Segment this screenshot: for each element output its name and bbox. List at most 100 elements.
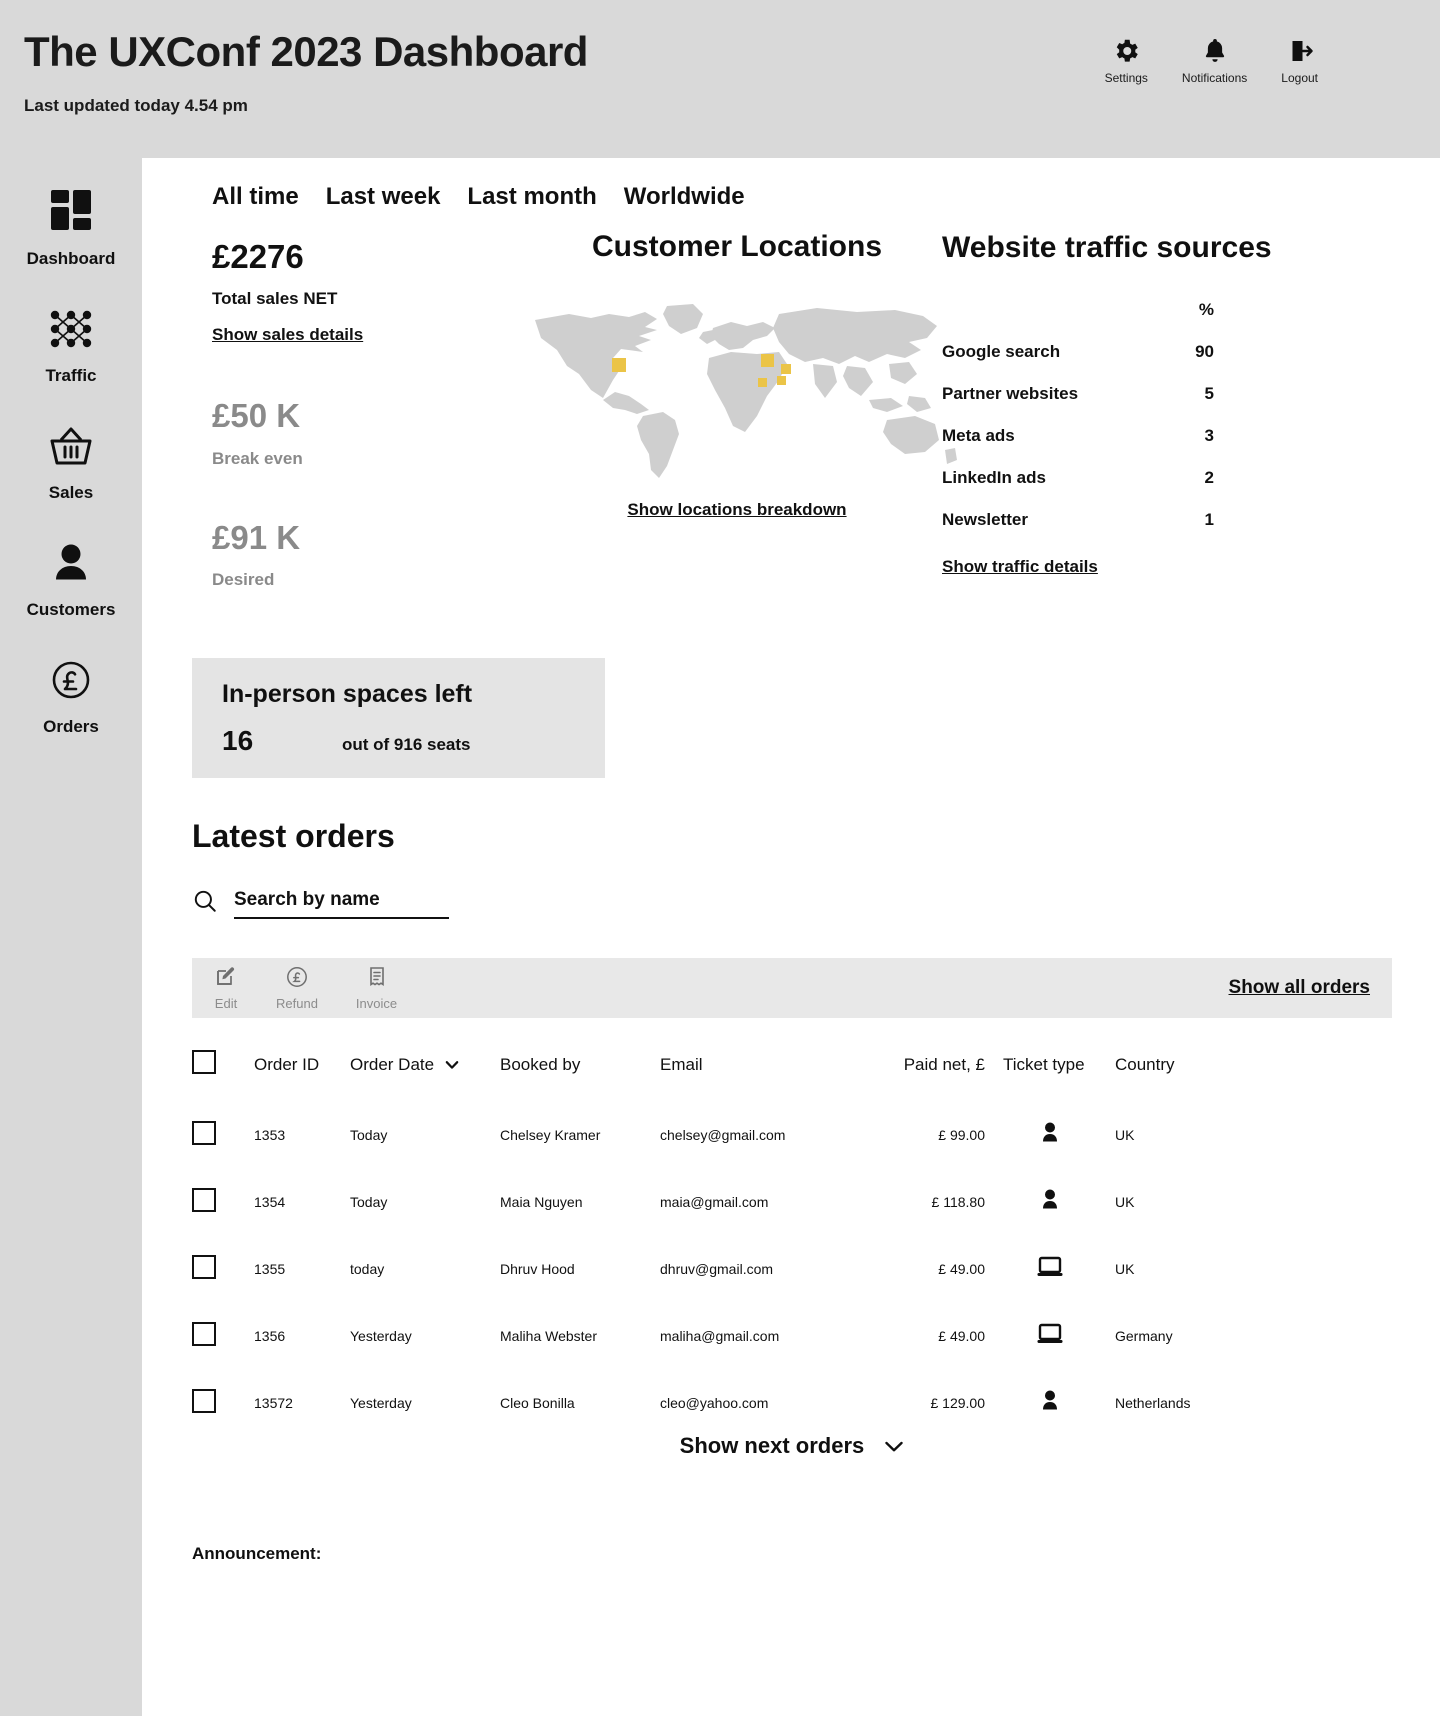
tab-worldwide[interactable]: Worldwide xyxy=(624,183,745,211)
select-all-checkbox[interactable] xyxy=(192,1050,216,1074)
booked-by-cell: Dhruv Hood xyxy=(500,1260,575,1277)
desired-stat: £91 K Desired xyxy=(212,517,512,590)
traffic-source-pct: 3 xyxy=(1204,425,1214,445)
show-traffic-details-link[interactable]: Show traffic details xyxy=(942,557,1098,577)
column-header-order-date-label: Order Date xyxy=(350,1054,435,1074)
notifications-button[interactable]: Notifications xyxy=(1182,36,1247,85)
person-icon xyxy=(1039,1390,1061,1416)
sidebar-item-sales[interactable]: Sales xyxy=(0,424,142,503)
order-id-cell: 1354 xyxy=(254,1193,286,1210)
row-checkbox[interactable] xyxy=(192,1322,216,1346)
settings-label: Settings xyxy=(1104,71,1148,85)
paid-net-cell: £ 129.00 xyxy=(930,1394,986,1411)
table-row[interactable]: 1354 Today Maia Nguyen maia@gmail.com £ … xyxy=(192,1168,1392,1235)
sidebar-item-dashboard[interactable]: Dashboard xyxy=(0,186,142,269)
orders-toolbar: Edit Refund Invoice Show all orders xyxy=(192,958,1392,1018)
traffic-source-name: Partner websites xyxy=(942,383,1079,403)
sidebar-item-traffic[interactable]: Traffic xyxy=(0,307,142,386)
row-select-cell xyxy=(192,1235,254,1302)
traffic-source-header xyxy=(942,289,1144,331)
order-date-cell: Yesterday xyxy=(350,1327,412,1344)
table-row: Partner websites 5 xyxy=(942,373,1214,415)
invoice-button[interactable]: Invoice xyxy=(356,965,397,1011)
page-title: The UXConf 2023 Dashboard xyxy=(24,28,588,75)
desired-value: £91 K xyxy=(212,518,301,556)
order-search xyxy=(192,888,449,919)
sidebar-item-label: Customers xyxy=(26,600,116,619)
column-header-booked-by[interactable]: Booked by xyxy=(500,1038,660,1101)
show-locations-breakdown-link[interactable]: Show locations breakdown xyxy=(627,500,846,520)
traffic-source-pct: 5 xyxy=(1204,383,1214,403)
sidebar-item-customers[interactable]: Customers xyxy=(0,541,142,620)
logout-button[interactable]: Logout xyxy=(1281,36,1318,85)
tab-last-week[interactable]: Last week xyxy=(326,183,441,211)
column-header-paid-net[interactable]: Paid net, £ xyxy=(835,1038,985,1101)
column-header-email[interactable]: Email xyxy=(660,1038,835,1101)
world-map xyxy=(517,292,957,482)
booked-by-cell: Maliha Webster xyxy=(500,1327,598,1344)
table-row: Newsletter 1 xyxy=(942,499,1214,541)
sidebar-item-label: Dashboard xyxy=(26,249,116,268)
table-row[interactable]: 1356 Yesterday Maliha Webster maliha@gma… xyxy=(192,1302,1392,1369)
row-select-cell xyxy=(192,1101,254,1168)
customer-locations-title: Customer Locations xyxy=(591,230,883,263)
latest-orders-title: Latest orders xyxy=(192,818,395,854)
break-even-label: Break even xyxy=(212,448,303,468)
ticket-type-cell xyxy=(985,1235,1115,1302)
search-input[interactable] xyxy=(234,888,409,911)
announcement-label: Announcement: xyxy=(192,1544,322,1563)
tab-last-month[interactable]: Last month xyxy=(467,183,596,211)
refund-label: Refund xyxy=(276,996,318,1011)
email-cell: cleo@yahoo.com xyxy=(660,1394,769,1411)
table-row[interactable]: 13572 Yesterday Cleo Bonilla cleo@yahoo.… xyxy=(192,1369,1392,1436)
traffic-pct-header: % xyxy=(1198,299,1214,319)
orders-header-row: Order ID Order Date Booked by Email Paid… xyxy=(192,1038,1392,1101)
edit-button[interactable]: Edit xyxy=(214,965,238,1011)
column-header-order-id[interactable]: Order ID xyxy=(254,1038,350,1101)
sidebar-item-label: Traffic xyxy=(45,366,97,385)
table-row: Google search 90 xyxy=(942,331,1214,373)
spaces-title: In-person spaces left xyxy=(222,680,473,708)
traffic-source-pct: 1 xyxy=(1204,509,1214,529)
country-cell: Germany xyxy=(1115,1327,1173,1344)
sidebar-item-orders[interactable]: Orders xyxy=(0,658,142,737)
traffic-header-row: % xyxy=(942,289,1214,331)
ticket-type-cell xyxy=(985,1302,1115,1369)
traffic-sources-table: % Google search 90 Partner websites 5 Me… xyxy=(942,289,1214,541)
column-header-order-date[interactable]: Order Date xyxy=(350,1038,500,1101)
refund-button[interactable]: Refund xyxy=(276,965,318,1011)
booked-by-cell: Chelsey Kramer xyxy=(500,1126,601,1143)
country-cell: UK xyxy=(1115,1193,1135,1210)
row-checkbox[interactable] xyxy=(192,1255,216,1279)
network-icon xyxy=(47,307,95,356)
sidebar-item-label: Sales xyxy=(48,483,94,502)
total-sales-stat: £2276 Total sales NET Show sales details xyxy=(212,236,512,345)
traffic-source-name: Newsletter xyxy=(942,509,1028,529)
invoice-label: Invoice xyxy=(355,996,398,1011)
show-next-orders-label: Show next orders xyxy=(679,1433,865,1458)
settings-button[interactable]: Settings xyxy=(1105,36,1148,85)
logout-icon xyxy=(1285,36,1315,66)
row-checkbox[interactable] xyxy=(192,1188,216,1212)
tab-all-time[interactable]: All time xyxy=(212,183,299,211)
row-checkbox[interactable] xyxy=(192,1121,216,1145)
invoice-icon xyxy=(365,965,389,994)
order-date-cell: today xyxy=(350,1260,385,1277)
show-next-orders-button[interactable]: Show next orders xyxy=(192,1433,1392,1459)
row-select-cell xyxy=(192,1168,254,1235)
table-row[interactable]: 1355 today Dhruv Hood dhruv@gmail.com £ … xyxy=(192,1235,1392,1302)
break-even-value: £50 K xyxy=(212,397,301,435)
paid-net-cell: £ 49.00 xyxy=(938,1327,985,1344)
order-id-cell: 13572 xyxy=(254,1394,293,1411)
column-header-ticket-type[interactable]: Ticket type xyxy=(985,1038,1115,1101)
basket-icon xyxy=(47,424,95,473)
show-all-orders-link[interactable]: Show all orders xyxy=(1229,977,1370,999)
column-header-country[interactable]: Country xyxy=(1115,1038,1392,1101)
table-row: Meta ads 3 xyxy=(942,415,1214,457)
orders-table-body: 1353 Today Chelsey Kramer chelsey@gmail.… xyxy=(192,1101,1392,1436)
row-checkbox[interactable] xyxy=(192,1389,216,1413)
table-row[interactable]: 1353 Today Chelsey Kramer chelsey@gmail.… xyxy=(192,1101,1392,1168)
show-sales-details-link[interactable]: Show sales details xyxy=(212,325,363,345)
chevron-down-icon xyxy=(884,1433,904,1458)
dashboard-page: The UXConf 2023 Dashboard Last updated t… xyxy=(0,0,1440,1716)
